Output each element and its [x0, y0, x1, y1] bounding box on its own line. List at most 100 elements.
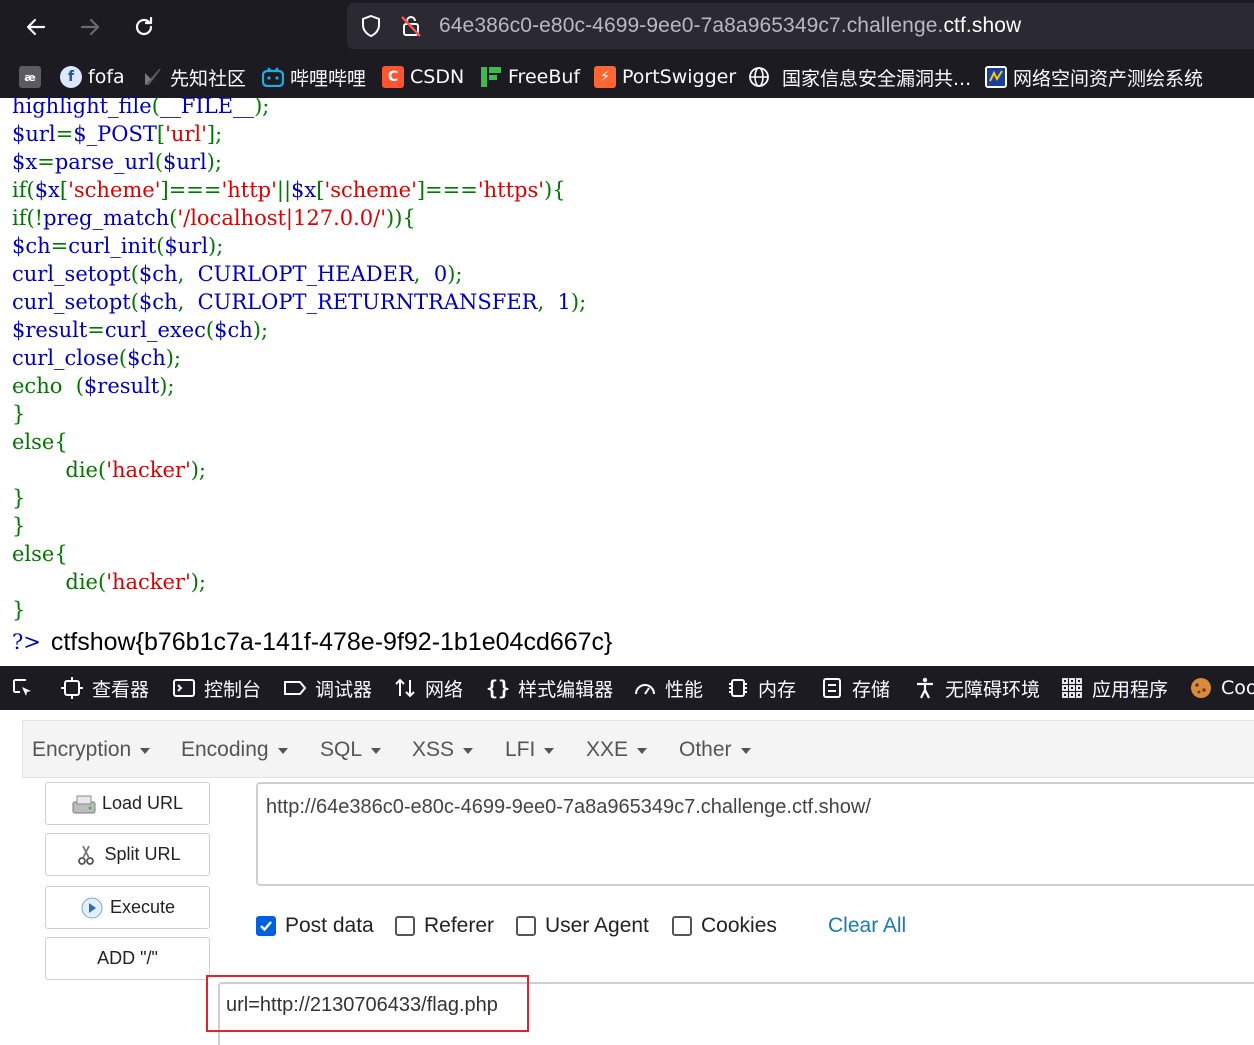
tab-accessibility[interactable]: 无障碍环境 — [913, 674, 1040, 702]
debugger-icon — [284, 681, 307, 695]
check-icon — [260, 921, 272, 932]
xianzhi-icon — [142, 66, 164, 88]
menu-other[interactable]: Other — [679, 738, 751, 762]
bookmark-cnnvd[interactable]: 国家信息安全漏洞共... — [748, 63, 971, 91]
bookmark-app[interactable]: æ — [19, 63, 47, 91]
code-token: highlight_file — [12, 94, 152, 118]
tab-memory[interactable]: 内存 — [726, 674, 796, 702]
code-token: $ch — [12, 234, 51, 258]
add-slash-button[interactable]: ADD "/" — [45, 937, 210, 980]
caret-down-icon — [740, 748, 751, 754]
code-token: ]; — [206, 122, 223, 146]
checkbox-unchecked[interactable] — [395, 916, 415, 936]
code-token: ( — [154, 150, 164, 174]
address-bar[interactable]: 64e386c0-e80c-4699-9ee0-7a8a965349c7.cha… — [347, 3, 1254, 49]
bookmark-fofa[interactable]: f fofa — [60, 63, 125, 91]
checkbox-checked[interactable] — [256, 916, 276, 936]
code-token: } — [12, 598, 26, 622]
code-token: || — [276, 178, 292, 202]
code-line: } — [12, 400, 1252, 428]
code-token: } — [12, 486, 26, 510]
caret-down-icon — [277, 748, 288, 754]
menu-sql[interactable]: SQL — [320, 738, 382, 762]
bookmark-zoomeye[interactable]: 网络空间资产测绘系统 — [985, 63, 1203, 91]
bookmark-csdn[interactable]: C CSDN — [382, 63, 464, 91]
bookmark-bilibili[interactable]: 哔哩哔哩 — [262, 63, 366, 91]
tab-style-editor[interactable]: {} 样式编辑器 — [486, 674, 613, 702]
bookmark-portswigger[interactable]: ⚡ PortSwigger — [594, 63, 736, 91]
forward-button[interactable] — [73, 10, 107, 44]
code-line: } — [12, 484, 1252, 512]
tab-performance[interactable]: 性能 — [633, 674, 703, 702]
tab-application[interactable]: 应用程序 — [1060, 674, 1168, 702]
tab-inspector[interactable]: 查看器 — [60, 674, 149, 702]
insecure-lock-icon[interactable] — [399, 14, 423, 38]
code-token: echo — [12, 374, 76, 398]
code-token: else{ — [12, 430, 68, 454]
code-token: curl_setopt — [12, 290, 131, 314]
bookmark-xianzhi[interactable]: 先知社区 — [142, 63, 246, 91]
cookies-checkbox[interactable]: Cookies — [672, 914, 777, 938]
menu-xxe[interactable]: XXE — [586, 738, 648, 762]
user-agent-checkbox[interactable]: User Agent — [516, 914, 649, 938]
code-token: curl_setopt — [12, 262, 131, 286]
csdn-icon: C — [382, 66, 404, 88]
code-token: CURLOPT_RETURNTRANSFER — [197, 290, 538, 314]
arrow-right-icon — [80, 18, 100, 36]
post-data-checkbox[interactable]: Post data — [256, 914, 374, 938]
play-icon — [81, 897, 103, 918]
code-line: } — [12, 596, 1252, 624]
code-line: if($x['scheme']==='http'||$x['scheme']==… — [12, 176, 1252, 204]
url-text[interactable]: 64e386c0-e80c-4699-9ee0-7a8a965349c7.cha… — [439, 14, 1021, 38]
reload-button[interactable] — [127, 10, 161, 44]
tab-debugger[interactable]: 调试器 — [283, 674, 372, 702]
tab-network[interactable]: 网络 — [393, 674, 463, 702]
tab-cookie[interactable]: Coo — [1189, 674, 1254, 702]
clear-all-link[interactable]: Clear All — [828, 914, 906, 938]
checkbox-unchecked[interactable] — [516, 916, 536, 936]
menu-encryption[interactable]: Encryption — [32, 738, 151, 762]
devtools-toolbar: 查看器 控制台 调试器 网络 {} 样式编辑器 性能 内存 存储 无障碍环境 应用… — [0, 666, 1254, 710]
menu-xss[interactable]: XSS — [412, 738, 474, 762]
code-token: ( — [151, 94, 160, 118]
menu-lfi[interactable]: LFI — [505, 738, 555, 762]
console-icon — [173, 679, 195, 697]
shield-icon[interactable] — [359, 14, 383, 38]
code-token: $x — [12, 150, 38, 174]
tab-element-picker[interactable] — [10, 674, 42, 702]
referer-checkbox[interactable]: Referer — [395, 914, 494, 938]
checkbox-unchecked[interactable] — [672, 916, 692, 936]
code-line: $x=parse_url($url); — [12, 148, 1252, 176]
bookmark-freebuf[interactable]: FreeBuf — [480, 63, 580, 91]
code-token: 'hacker' — [106, 458, 191, 482]
code-line: else{ — [12, 428, 1252, 456]
code-token: $result — [83, 374, 160, 398]
code-line: } — [12, 512, 1252, 540]
load-url-button[interactable]: Load URL — [45, 782, 210, 825]
code-token: $url — [163, 150, 207, 174]
code-line: $url=$_POST['url']; — [12, 120, 1252, 148]
code-token: ); — [190, 458, 207, 482]
code-token: curl_exec — [104, 318, 206, 342]
split-url-button[interactable]: Split URL — [45, 833, 210, 876]
caret-down-icon — [637, 748, 648, 754]
code-token: ( — [75, 374, 84, 398]
load-url-icon — [72, 795, 96, 813]
code-token: )){ — [386, 206, 416, 230]
code-line: curl_close($ch); — [12, 344, 1252, 372]
performance-icon — [635, 684, 655, 695]
code-token: $url — [12, 122, 56, 146]
code-token: 'scheme' — [68, 178, 161, 202]
tab-console[interactable]: 控制台 — [172, 674, 261, 702]
back-button[interactable] — [19, 10, 53, 44]
code-token: } — [12, 402, 26, 426]
bilibili-icon — [262, 66, 284, 88]
code-token: CURLOPT_HEADER — [197, 262, 414, 286]
menu-encoding[interactable]: Encoding — [181, 738, 288, 762]
code-token: , — [177, 262, 198, 286]
code-token: ); — [159, 374, 175, 398]
url-textarea[interactable]: http://64e386c0-e80c-4699-9ee0-7a8a96534… — [256, 782, 1254, 886]
tab-storage[interactable]: 存储 — [820, 674, 890, 702]
execute-button[interactable]: Execute — [45, 886, 210, 929]
code-token: $ch — [138, 290, 178, 314]
